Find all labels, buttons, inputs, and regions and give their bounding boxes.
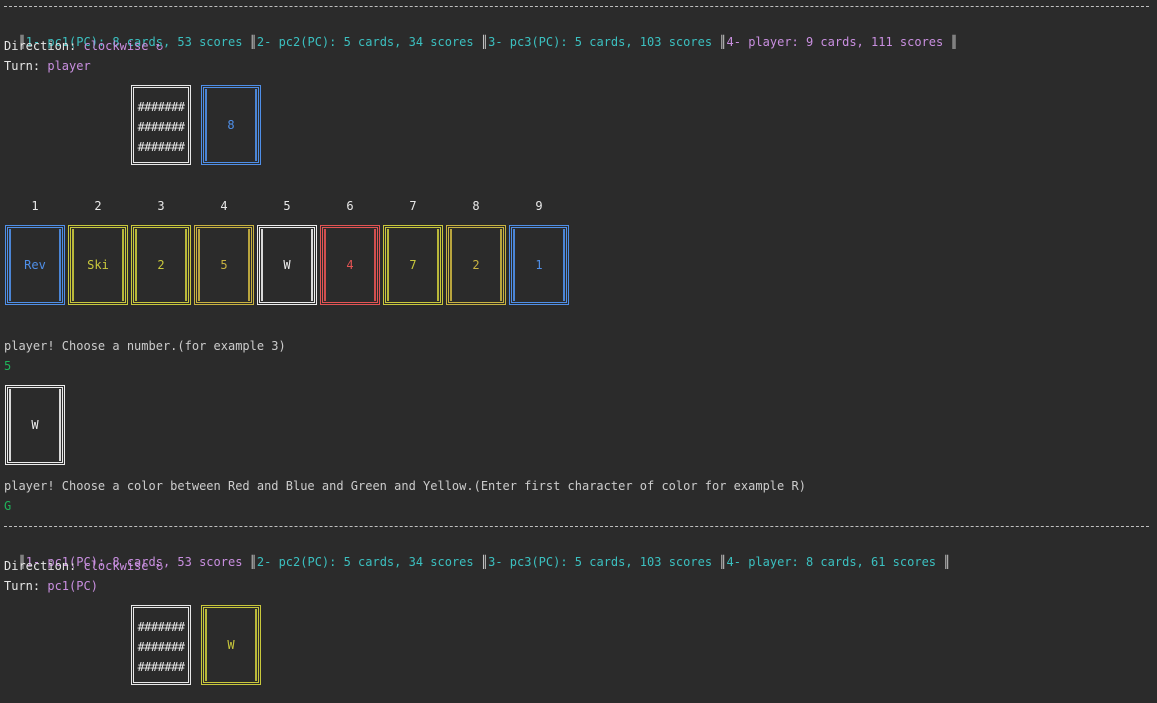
deck-pattern: ####### (137, 620, 185, 634)
direction-label: Direction: (4, 559, 84, 573)
status-pc2: 2- pc2(PC): 5 cards, 34 scores (256, 555, 481, 569)
status-divider: ║ (719, 35, 727, 49)
card-value: 1 (535, 258, 543, 272)
deck-pattern: ####### (137, 120, 185, 134)
discard-top-card: 8 (201, 85, 261, 165)
card-value: 7 (409, 258, 417, 272)
hand-index-label: 1 (31, 199, 39, 213)
separator-line (4, 6, 1149, 7)
hand-card[interactable]: 7 (383, 225, 443, 305)
card-value: 4 (346, 258, 354, 272)
deck-pattern: ####### (137, 140, 185, 154)
discard-top-card: W (201, 605, 261, 685)
status-divider: ║ (719, 555, 727, 569)
hand-card[interactable]: Rev (5, 225, 65, 305)
turn-value: pc1(PC) (47, 579, 98, 593)
direction-line: Direction: clockwise ↻ (4, 38, 163, 54)
status-divider: ║ (950, 35, 958, 49)
draw-pile: ####### ####### ####### (131, 605, 191, 685)
status-pc2: 2- pc2(PC): 5 cards, 34 scores (256, 35, 481, 49)
status-divider: ║ (943, 555, 951, 569)
hand-index-label: 5 (283, 199, 291, 213)
hand-card[interactable]: 4 (320, 225, 380, 305)
hand-card[interactable]: 1 (509, 225, 569, 305)
prompt-color: player! Choose a color between Red and B… (4, 479, 806, 493)
input-color: G (4, 499, 12, 513)
hand-card[interactable]: W (257, 225, 317, 305)
deck-pattern: ####### (137, 100, 185, 114)
separator-line (4, 526, 1149, 527)
turn-line: Turn: pc1(PC) (4, 578, 98, 594)
card-value: W (283, 258, 291, 272)
hand-index-label: 8 (472, 199, 480, 213)
card-value: 2 (157, 258, 165, 272)
prompt-number: player! Choose a number.(for example 3) (4, 339, 286, 353)
card-value: W (31, 418, 39, 432)
direction-line: Direction: clockwise ↻ (4, 558, 163, 574)
turn-value: player (47, 59, 91, 73)
card-value: Rev (24, 258, 46, 272)
direction-value: clockwise ↻ (83, 39, 163, 53)
direction-label: Direction: (4, 39, 84, 53)
turn-line: Turn: player (4, 58, 91, 74)
hand-index-label: 7 (409, 199, 417, 213)
status-divider: ║ (480, 555, 489, 569)
status-divider: ║ (480, 35, 489, 49)
hand-card[interactable]: Ski (68, 225, 128, 305)
direction-value: clockwise ↻ (83, 559, 163, 573)
deck-pattern: ####### (137, 640, 185, 654)
hand-index-label: 9 (535, 199, 543, 213)
status-line: ║1- pc1(PC): 8 cards, 53 scores ║2- pc2(… (4, 538, 950, 569)
input-number: 5 (4, 359, 12, 373)
draw-pile: ####### ####### ####### (131, 85, 191, 165)
hand-card[interactable]: 2 (446, 225, 506, 305)
status-line: ║1- pc1(PC): 8 cards, 53 scores ║2- pc2(… (4, 18, 957, 49)
hand-index-label: 6 (346, 199, 354, 213)
status-player: 4- player: 8 cards, 61 scores (726, 555, 944, 569)
hand-index-label: 4 (220, 199, 228, 213)
card-value: 5 (220, 258, 228, 272)
card-value: Ski (87, 258, 109, 272)
hand-index-label: 3 (157, 199, 165, 213)
card-value: 8 (227, 118, 235, 132)
card-value: 2 (472, 258, 480, 272)
status-divider: ║ (249, 35, 257, 49)
status-divider: ║ (249, 555, 257, 569)
hand-card[interactable]: 2 (131, 225, 191, 305)
status-player: 4- player: 9 cards, 111 scores (726, 35, 951, 49)
card-value: W (227, 638, 235, 652)
hand-card[interactable]: 5 (194, 225, 254, 305)
status-pc3: 3- pc3(PC): 5 cards, 103 scores (488, 555, 720, 569)
hand-index-label: 2 (94, 199, 102, 213)
deck-pattern: ####### (137, 660, 185, 674)
status-pc3: 3- pc3(PC): 5 cards, 103 scores (488, 35, 720, 49)
turn-label: Turn: (4, 59, 48, 73)
chosen-card: W (5, 385, 65, 465)
turn-label: Turn: (4, 579, 48, 593)
